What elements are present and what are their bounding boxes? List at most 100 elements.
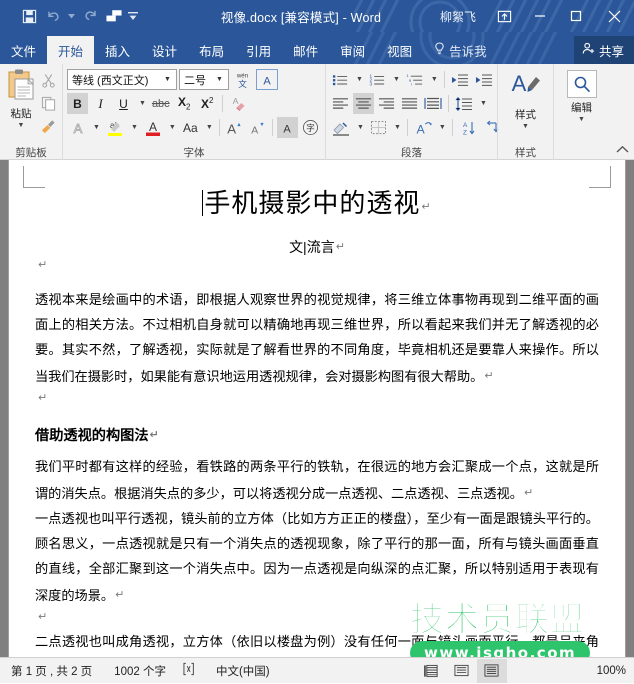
tab-insert[interactable]: 插入: [94, 36, 141, 64]
maximize-button[interactable]: [558, 0, 594, 32]
superscript-button[interactable]: X2: [197, 93, 218, 114]
editing-dropdown-icon[interactable]: ▼: [578, 116, 585, 123]
close-button[interactable]: [594, 0, 634, 32]
page-indicator[interactable]: 第 1 页 , 共 2 页: [0, 663, 103, 679]
svg-text:A: A: [149, 120, 157, 134]
tab-home[interactable]: 开始: [47, 36, 95, 64]
font-divider-3: [271, 119, 273, 136]
font-size-combobox[interactable]: 二号 ▼: [179, 69, 229, 90]
undo-dropdown-icon[interactable]: [66, 4, 77, 28]
line-spacing-button[interactable]: [453, 93, 475, 114]
tab-view[interactable]: 视图: [376, 36, 423, 64]
change-case-dropdown-icon[interactable]: ▼: [203, 117, 215, 138]
proofing-errors-icon[interactable]: [177, 662, 205, 679]
increase-indent-button[interactable]: [473, 69, 495, 90]
asian-layout-button[interactable]: A: [412, 117, 434, 138]
align-center-button[interactable]: [353, 93, 374, 114]
borders-dropdown-icon[interactable]: ▼: [391, 117, 403, 138]
word-window: 视像.docx [兼容模式] - Word 柳絮飞 文件 开始 插入 设计 布局…: [0, 0, 634, 684]
sort-button[interactable]: A Z: [457, 117, 479, 138]
document-page[interactable]: 手机摄影中的透视↵ 文|流言↵ ↵ 透视本来是绘画中的术语，即根据人观察世界的视…: [8, 160, 626, 657]
character-shading-button[interactable]: A: [276, 117, 298, 138]
enclose-character-button[interactable]: 字: [300, 117, 321, 138]
change-case-button[interactable]: Aa: [180, 117, 201, 138]
tab-layout[interactable]: 布局: [188, 36, 235, 64]
font-size-dropdown-icon[interactable]: ▼: [213, 76, 226, 83]
view-print-layout-button[interactable]: [476, 658, 507, 683]
shading-button[interactable]: [330, 117, 352, 138]
tab-mailings[interactable]: 邮件: [282, 36, 329, 64]
underline-dropdown-icon[interactable]: ▼: [136, 93, 148, 114]
italic-button[interactable]: I: [90, 93, 111, 114]
quick-access-toolbar[interactable]: [0, 4, 138, 28]
bullets-dropdown-icon[interactable]: ▼: [353, 69, 365, 90]
borders-button[interactable]: [368, 117, 389, 138]
multilevel-dropdown-icon[interactable]: ▼: [428, 69, 440, 90]
ribbon-home: 粘贴 ▼ 剪贴板 等线 (西文正文) ▼ 二号 ▼ wén 文 A B I U …: [0, 64, 634, 160]
tab-file[interactable]: 文件: [0, 36, 47, 64]
asian-layout-dropdown-icon[interactable]: ▼: [436, 117, 448, 138]
minimize-button[interactable]: [522, 0, 558, 32]
editing-button[interactable]: 编辑 ▼: [558, 67, 605, 123]
numbering-button[interactable]: 123: [367, 69, 388, 90]
highlight-dropdown-icon[interactable]: ▼: [128, 117, 140, 138]
user-account-name[interactable]: 柳絮飞: [430, 8, 486, 25]
zoom-level[interactable]: 100%: [593, 665, 634, 677]
character-border-button[interactable]: A: [256, 69, 278, 90]
numbering-dropdown-icon[interactable]: ▼: [390, 69, 402, 90]
save-icon[interactable]: [18, 4, 40, 28]
underline-button[interactable]: U: [113, 93, 134, 114]
word-count[interactable]: 1002 个字: [103, 663, 177, 679]
paste-button[interactable]: 粘贴 ▼: [4, 67, 38, 129]
font-name-combobox[interactable]: 等线 (西文正文) ▼: [67, 69, 177, 90]
font-color-dropdown-icon[interactable]: ▼: [166, 117, 178, 138]
clear-formatting-button[interactable]: A: [227, 93, 248, 114]
tab-review[interactable]: 审阅: [329, 36, 376, 64]
justify-button[interactable]: [399, 93, 420, 114]
bold-button[interactable]: B: [67, 93, 88, 114]
svg-text:wén: wén: [236, 73, 249, 80]
bullets-button[interactable]: [330, 69, 351, 90]
decrease-indent-button[interactable]: [449, 69, 471, 90]
customize-qat-icon[interactable]: [127, 4, 138, 28]
language-indicator[interactable]: 中文(中国): [205, 663, 281, 679]
touch-mouse-mode-icon[interactable]: [103, 4, 125, 28]
macro-record-icon[interactable]: [417, 659, 447, 683]
shrink-font-button[interactable]: A: [247, 117, 268, 138]
subscript-button[interactable]: X2: [174, 93, 195, 114]
font-name-dropdown-icon[interactable]: ▼: [161, 76, 174, 83]
svg-text:A: A: [232, 96, 238, 106]
document-content[interactable]: 手机摄影中的透视↵ 文|流言↵ ↵ 透视本来是绘画中的术语，即根据人观察世界的视…: [9, 160, 625, 657]
styles-button[interactable]: A 样式 ▼: [502, 67, 549, 130]
line-spacing-dropdown-icon[interactable]: ▼: [477, 93, 489, 114]
grow-font-button[interactable]: A: [224, 117, 245, 138]
paste-dropdown-icon[interactable]: ▼: [18, 122, 25, 129]
format-painter-button[interactable]: [38, 116, 58, 136]
ribbon-display-options-icon[interactable]: [486, 0, 522, 32]
phonetic-guide-button[interactable]: wén 文: [231, 69, 254, 90]
undo-icon[interactable]: [42, 4, 64, 28]
align-left-button[interactable]: [330, 93, 351, 114]
text-effects-button[interactable]: A: [67, 117, 88, 138]
tell-me-box[interactable]: 告诉我: [423, 36, 498, 64]
document-area[interactable]: 手机摄影中的透视↵ 文|流言↵ ↵ 透视本来是绘画中的术语，即根据人观察世界的视…: [0, 160, 634, 657]
styles-dropdown-icon[interactable]: ▼: [522, 123, 529, 130]
text-effects-dropdown-icon[interactable]: ▼: [90, 117, 102, 138]
distribute-button[interactable]: [422, 93, 444, 114]
multilevel-list-button[interactable]: 1ai: [404, 69, 426, 90]
share-button[interactable]: 共享: [573, 36, 634, 64]
font-color-button[interactable]: A: [142, 117, 164, 138]
shading-dropdown-icon[interactable]: ▼: [354, 117, 366, 138]
ribbon-tabs: 文件 开始 插入 设计 布局 引用 邮件 审阅 视图 告诉我 共享: [0, 32, 634, 64]
copy-button[interactable]: [38, 93, 58, 113]
tab-design[interactable]: 设计: [141, 36, 188, 64]
strikethrough-button[interactable]: abc: [150, 93, 172, 114]
cut-button[interactable]: [38, 70, 58, 90]
align-right-button[interactable]: [376, 93, 397, 114]
document-paragraph: 我们平时都有这样的经验，看铁路的两条平行的铁轨，在很远的地方会汇聚成一个点，这就…: [35, 455, 599, 507]
highlight-color-button[interactable]: ab: [104, 117, 126, 138]
redo-icon[interactable]: [79, 4, 101, 28]
collapse-ribbon-button[interactable]: [616, 145, 629, 157]
view-read-mode-button[interactable]: [447, 659, 477, 683]
tab-references[interactable]: 引用: [235, 36, 282, 64]
